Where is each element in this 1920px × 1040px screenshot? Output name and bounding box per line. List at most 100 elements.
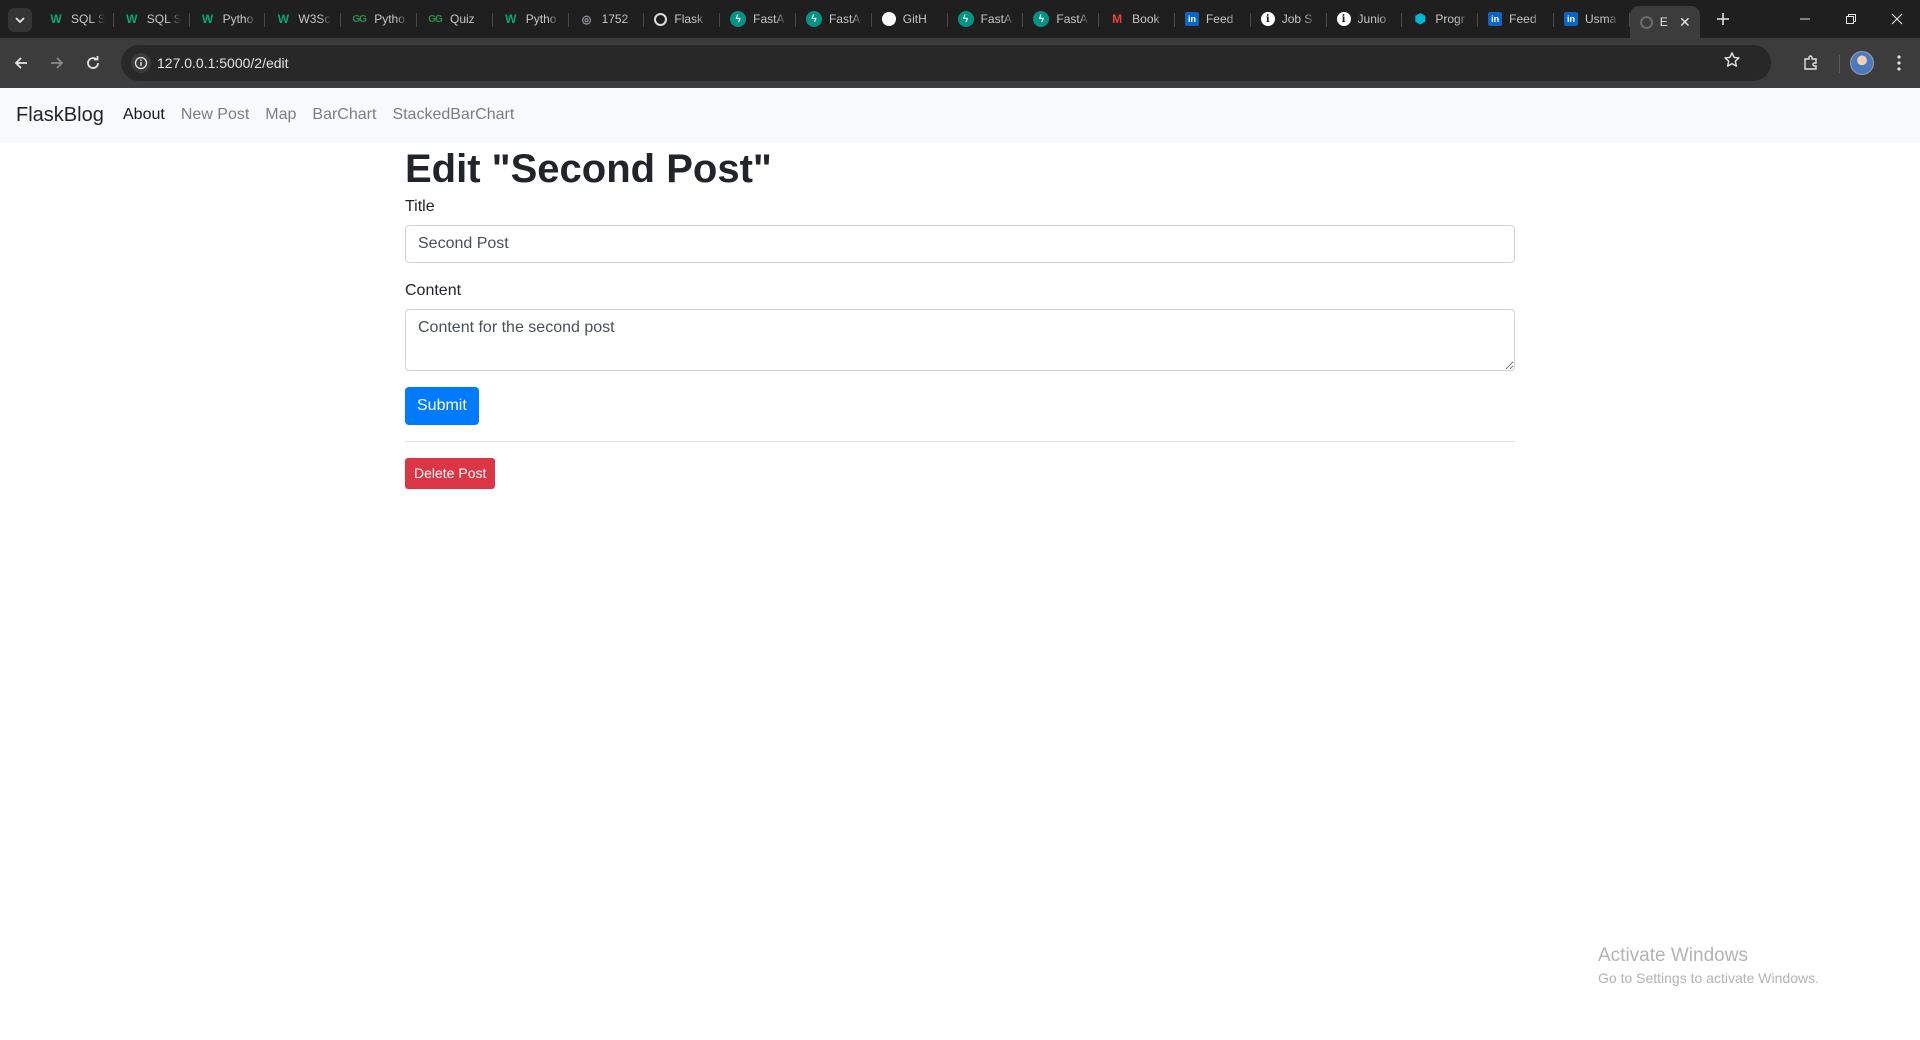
browser-tab[interactable]: ⬢ Progr	[1402, 5, 1479, 33]
browser-tab[interactable]: i Job S	[1251, 5, 1327, 33]
reload-button[interactable]	[80, 50, 106, 76]
browser-tab[interactable]: GG Quiz	[417, 5, 493, 33]
tab-title: Feed	[1509, 12, 1537, 26]
title-label: Title	[405, 198, 435, 215]
plus-icon	[1716, 13, 1729, 25]
windows-activation-watermark: Activate Windows Go to Settings to activ…	[1598, 944, 1819, 988]
browser-tab[interactable]: in Feed	[1478, 5, 1554, 33]
nav-link-barchart[interactable]: BarChart	[312, 106, 376, 124]
edit-form-container: Edit "Second Post" Title Content Content…	[405, 143, 1515, 489]
tab-title: E	[1659, 15, 1668, 29]
tab-title: Job S	[1281, 12, 1313, 26]
close-tab-icon[interactable]: ✕	[1679, 15, 1691, 29]
nav-link-new-post[interactable]: New Post	[181, 106, 249, 124]
browser-tab[interactable]: ϟ FastA	[796, 5, 872, 33]
watermark-title: Activate Windows	[1598, 945, 1748, 966]
restore-button[interactable]	[1828, 0, 1874, 38]
restore-icon	[1846, 14, 1856, 24]
navbar-brand[interactable]: FlaskBlog	[16, 104, 104, 127]
browser-tab[interactable]: GitH	[872, 5, 948, 33]
linkedin-icon: in	[1488, 12, 1503, 26]
submit-button[interactable]: Submit	[405, 387, 479, 425]
browser-tab[interactable]: Flask	[644, 5, 721, 33]
nav-link-stackedbarchart[interactable]: StackedBarChart	[392, 106, 514, 124]
programiz-icon: ⬢	[1414, 11, 1427, 26]
browser-tab[interactable]: ◎ 1752	[569, 5, 645, 33]
browser-tab[interactable]: GG Pytho	[341, 5, 417, 33]
site-info-button[interactable]	[131, 53, 151, 73]
address-bar[interactable]: 127.0.0.1:5000/2/edit	[121, 45, 1771, 81]
back-button[interactable]	[8, 50, 34, 76]
title-input[interactable]	[405, 225, 1515, 263]
arrow-right-icon	[51, 57, 64, 69]
loading-icon	[1639, 15, 1653, 29]
form-divider	[405, 441, 1515, 442]
linkedin-icon: in	[1563, 12, 1578, 26]
tab-list: W SQL S W SQL S W Pytho W W3Sc GG Pytho GG Quiz W Pyt…	[38, 0, 1738, 38]
tab-title: GitH	[902, 12, 927, 26]
new-tab-button[interactable]	[1708, 5, 1738, 33]
browser-tab[interactable]: in Feed	[1175, 5, 1251, 33]
tab-title: Pytho	[374, 12, 405, 26]
browser-tab[interactable]: M Book	[1099, 5, 1175, 33]
browser-toolbar: 127.0.0.1:5000/2/edit	[0, 38, 1920, 88]
browser-tab[interactable]: ϟ FastA	[720, 5, 796, 33]
tab-title: 1752	[601, 12, 629, 26]
reload-icon	[87, 56, 99, 69]
fastapi-icon: ϟ	[730, 11, 747, 27]
browser-tab[interactable]: W SQL S	[114, 5, 190, 33]
tab-title: Pytho	[222, 12, 254, 26]
gmail-icon: M	[1112, 12, 1123, 26]
puzzle-icon	[1804, 55, 1817, 70]
nav-link-map[interactable]: Map	[265, 106, 296, 124]
info-icon: i	[1260, 12, 1275, 26]
browser-menu-button[interactable]	[1886, 50, 1912, 76]
info-icon: i	[1336, 12, 1351, 26]
flask-icon	[654, 12, 668, 26]
page-viewport: FlaskBlog About New Post Map BarChart St…	[0, 88, 1920, 1040]
delete-post-button[interactable]: Delete Post	[405, 458, 496, 489]
watermark-subtitle: Go to Settings to activate Windows.	[1598, 970, 1819, 986]
browser-tab[interactable]: ϟ FastA	[1023, 5, 1100, 33]
browser-tab[interactable]: W Pytho	[493, 5, 569, 33]
browser-tab[interactable]: W Pytho	[190, 5, 266, 33]
profile-avatar[interactable]	[1850, 51, 1874, 75]
close-window-button[interactable]	[1874, 0, 1920, 38]
browser-tab[interactable]: W W3Sc	[265, 5, 342, 33]
content-textarea[interactable]: Content for the second post	[405, 309, 1515, 371]
tab-title: Book	[1132, 12, 1160, 26]
github-icon	[881, 12, 896, 26]
fastapi-icon: ϟ	[1033, 11, 1050, 27]
nav-link-about[interactable]: About	[123, 106, 165, 124]
tab-title: FastA	[753, 12, 785, 26]
extensions-button[interactable]	[1798, 50, 1824, 76]
browser-tab[interactable]: i Junio	[1327, 5, 1403, 33]
tab-title: Flask	[674, 12, 704, 26]
tab-title: FastA	[1056, 12, 1088, 26]
arrow-left-icon	[14, 57, 27, 69]
tab-title: Progr	[1435, 12, 1465, 26]
browser-tab[interactable]: in Usma	[1554, 5, 1630, 33]
browser-tab[interactable]: W SQL S	[38, 5, 114, 33]
content-label: Content	[405, 282, 462, 299]
tab-title: SQL S	[71, 12, 105, 26]
geeksforgeeks-icon: GG	[352, 13, 367, 25]
browser-tab[interactable]: ϟ FastA	[948, 5, 1024, 33]
minimize-button[interactable]	[1782, 0, 1828, 38]
close-icon	[1891, 13, 1903, 25]
star-icon	[1724, 52, 1740, 67]
url-text[interactable]: 127.0.0.1:5000/2/edit	[157, 55, 289, 71]
fastapi-icon: ϟ	[957, 11, 974, 27]
chevron-down-icon	[15, 17, 25, 24]
tab-title: Quiz	[449, 12, 475, 26]
w3schools-icon: W	[277, 12, 290, 26]
minimize-icon	[1800, 18, 1810, 20]
tab-search-button[interactable]	[8, 8, 32, 32]
bookmark-star-button[interactable]	[1723, 51, 1741, 74]
tab-title: SQL S	[146, 12, 181, 26]
more-vertical-icon	[1897, 55, 1901, 71]
forward-button[interactable]	[44, 50, 70, 76]
linkedin-icon: in	[1184, 12, 1199, 26]
page-title: Edit "Second Post"	[405, 147, 772, 191]
browser-tab-active[interactable]: E ✕	[1629, 6, 1700, 38]
